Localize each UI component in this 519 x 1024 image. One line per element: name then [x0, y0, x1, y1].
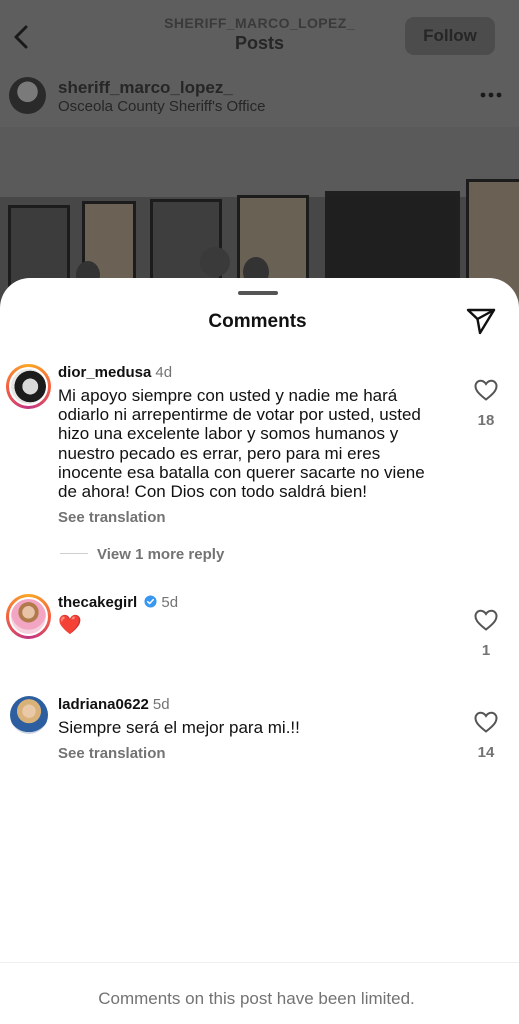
like-count: 1	[481, 642, 491, 659]
screen: SHERIFF_MARCO_LOPEZ_ Posts Follow sherif…	[0, 0, 519, 1024]
comment-text: Siempre será el mejor para mi.!!	[58, 718, 300, 737]
heart-outline-icon	[474, 711, 498, 733]
heart-outline-icon	[474, 609, 498, 631]
comment-username[interactable]: dior_medusa	[58, 364, 151, 381]
avatar-image	[9, 367, 48, 406]
top-bar: SHERIFF_MARCO_LOPEZ_ Posts Follow	[0, 0, 519, 70]
comments-sheet: Comments dior_medusa 4d Mi apoyo siempre …	[0, 278, 519, 1024]
replies-divider	[60, 553, 88, 554]
more-horizontal-icon	[480, 92, 502, 98]
comment-username[interactable]: thecakegirl	[58, 594, 137, 611]
share-button[interactable]	[465, 305, 497, 337]
like-button[interactable]	[473, 378, 499, 402]
comment-avatar[interactable]	[10, 696, 48, 734]
post-username[interactable]: sheriff_marco_lopez_	[58, 78, 233, 98]
comment-item: ladriana0622 5d Siempre será el mejor par…	[0, 694, 519, 784]
comments-title: Comments	[208, 311, 307, 332]
comment-time: 5d	[152, 696, 170, 713]
post-background: SHERIFF_MARCO_LOPEZ_ Posts Follow sherif…	[0, 0, 519, 320]
heart-outline-icon	[474, 379, 498, 401]
comment-username-row: thecakegirl 5d	[58, 594, 178, 611]
photo-ceiling	[0, 127, 519, 197]
comment-username-row: dior_medusa 4d	[58, 364, 172, 381]
post-author-avatar[interactable]	[9, 77, 46, 114]
comment-avatar[interactable]	[6, 364, 51, 409]
more-options-button[interactable]	[476, 80, 506, 110]
comments-limited-notice: Comments on this post have been limited.	[98, 989, 415, 1008]
like-button[interactable]	[473, 608, 499, 632]
comment-text: Mi apoyo siempre con usted y nadie me ha…	[58, 386, 425, 502]
verified-badge-icon	[144, 595, 157, 608]
comment-username[interactable]: ladriana0622	[58, 696, 149, 713]
like-count: 18	[477, 412, 495, 429]
paper-plane-icon	[466, 308, 496, 335]
comment-time: 4d	[155, 364, 173, 381]
comment-username-row: ladriana0622 5d	[58, 696, 170, 713]
post-header: sheriff_marco_lopez_ Osceola County Sher…	[0, 72, 519, 128]
sheet-drag-handle[interactable]	[238, 291, 278, 295]
post-location[interactable]: Osceola County Sheriff's Office	[58, 98, 265, 115]
like-count: 14	[477, 744, 495, 761]
footer-divider	[0, 962, 519, 963]
see-translation-link[interactable]: See translation	[58, 509, 166, 526]
comment-item: thecakegirl 5d ❤️ 1	[0, 592, 519, 682]
comment-time: 5d	[161, 594, 179, 611]
comment-avatar[interactable]	[6, 594, 51, 639]
avatar-image	[9, 597, 48, 636]
view-replies-link[interactable]: View 1 more reply	[97, 546, 224, 563]
photo-person	[200, 247, 230, 277]
like-button[interactable]	[473, 710, 499, 734]
follow-button[interactable]: Follow	[405, 17, 495, 55]
see-translation-link[interactable]: See translation	[58, 745, 166, 762]
comment-text: ❤️	[58, 615, 82, 636]
comment-item: dior_medusa 4d Mi apoyo siempre con usted…	[0, 362, 519, 572]
